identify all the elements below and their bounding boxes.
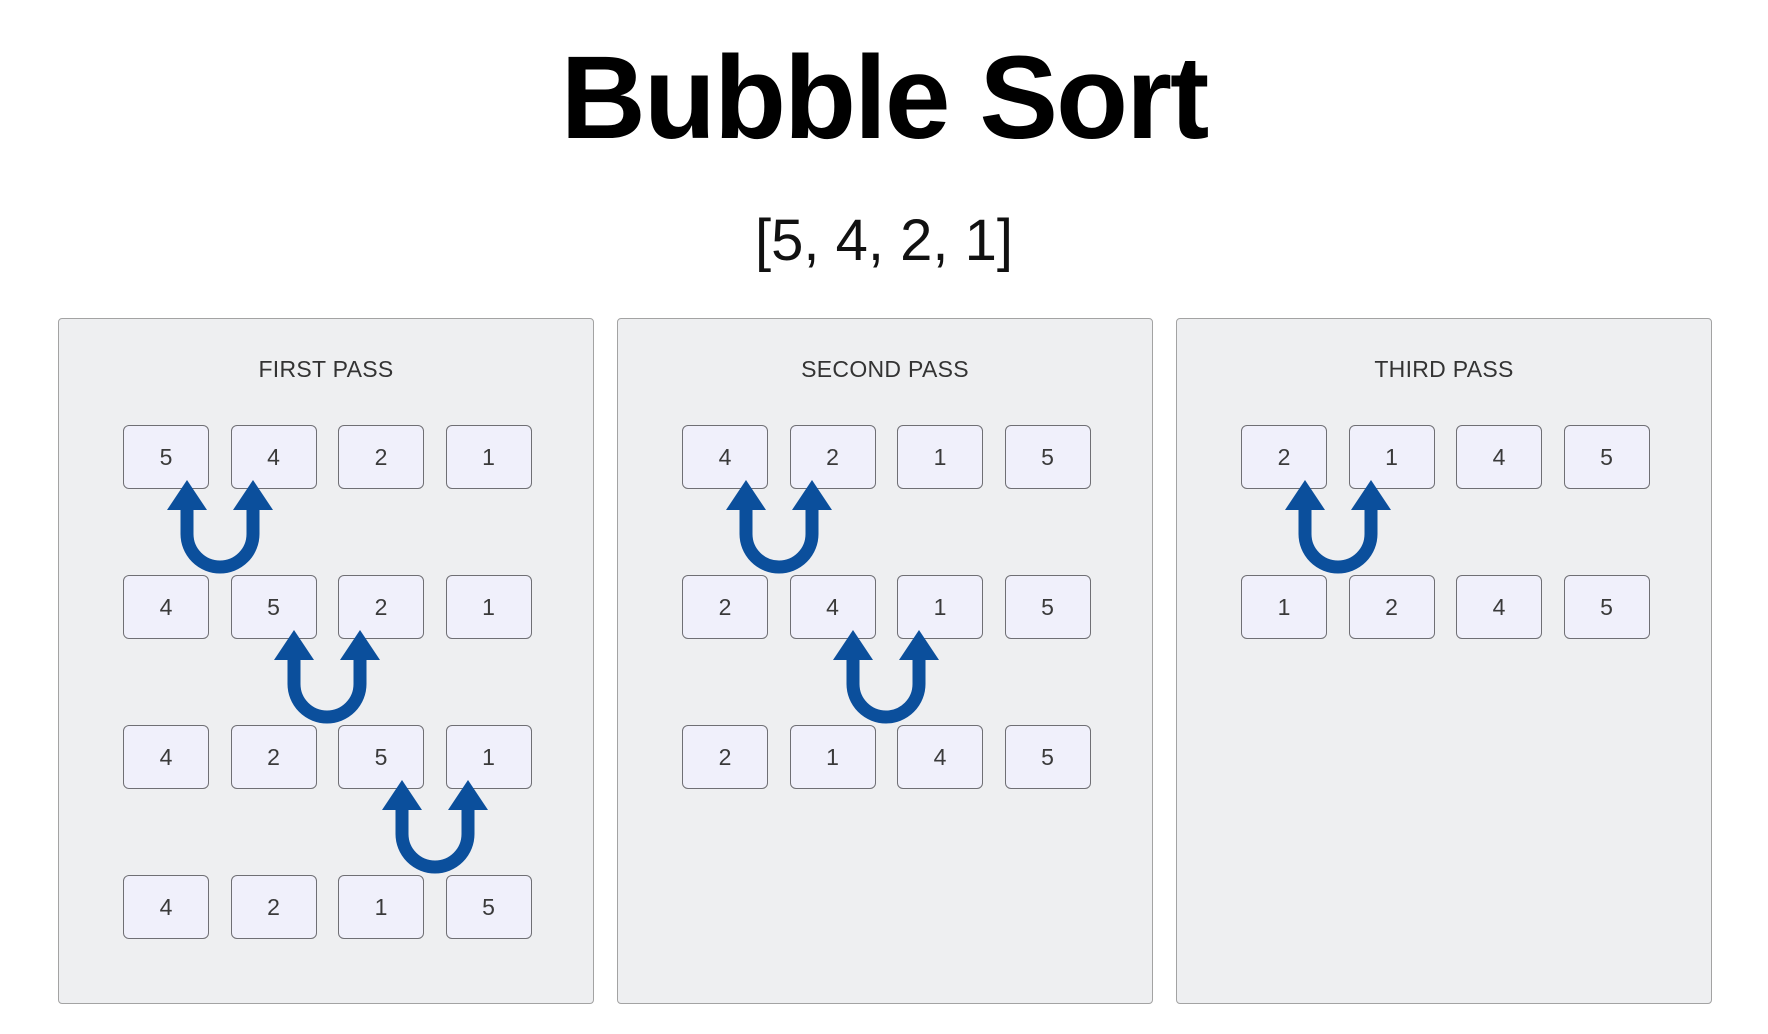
pass-panel-2: SECOND PASS 4 2 1 5 2 4 1 5 2 1 4 5 bbox=[617, 318, 1153, 1004]
array-cell: 4 bbox=[123, 725, 209, 789]
array-cell: 2 bbox=[1348, 575, 1435, 639]
swap-arrow-icon bbox=[165, 476, 275, 576]
array-cell: 4 bbox=[123, 875, 209, 939]
array-cell: 2 bbox=[230, 725, 317, 789]
pass-title: FIRST PASS bbox=[258, 356, 394, 382]
swap-arrow-icon bbox=[1283, 476, 1393, 576]
array-cell: 1 bbox=[1241, 575, 1327, 639]
array-cell: 1 bbox=[445, 575, 532, 639]
array-cell: 5 bbox=[1004, 575, 1091, 639]
array-cell: 2 bbox=[230, 875, 317, 939]
swap-arrow-icon bbox=[724, 476, 834, 576]
array-cell: 5 bbox=[1563, 425, 1650, 489]
array-cell: 2 bbox=[682, 575, 768, 639]
array-cell: 2 bbox=[338, 425, 424, 489]
array-cell: 4 bbox=[1456, 425, 1542, 489]
swap-arrow-icon bbox=[380, 776, 490, 876]
array-cell: 1 bbox=[789, 725, 876, 789]
pass-panel-1: FIRST PASS 5 4 2 1 4 5 2 1 4 2 5 1 4 2 1 5 bbox=[58, 318, 594, 1004]
array-cell: 1 bbox=[445, 425, 532, 489]
array-cell: 1 bbox=[897, 425, 983, 489]
swap-arrow-icon bbox=[272, 626, 382, 726]
array-cell: 5 bbox=[1004, 425, 1091, 489]
pass-title: THIRD PASS bbox=[1374, 356, 1514, 382]
swap-arrow-icon bbox=[831, 626, 941, 726]
array-cell: 5 bbox=[1004, 725, 1091, 789]
array-cell: 5 bbox=[445, 875, 532, 939]
array-cell: 2 bbox=[682, 725, 768, 789]
array-cell: 4 bbox=[123, 575, 209, 639]
pass-title: SECOND PASS bbox=[801, 356, 969, 382]
input-array: [5, 4, 2, 1] bbox=[755, 208, 1013, 273]
array-cell: 4 bbox=[1456, 575, 1542, 639]
array-cell: 1 bbox=[338, 875, 424, 939]
array-cell: 4 bbox=[897, 725, 983, 789]
pass-panel-3: THIRD PASS 2 1 4 5 1 2 4 5 bbox=[1176, 318, 1712, 1004]
array-cell: 5 bbox=[1563, 575, 1650, 639]
page-title: Bubble Sort bbox=[560, 32, 1210, 164]
